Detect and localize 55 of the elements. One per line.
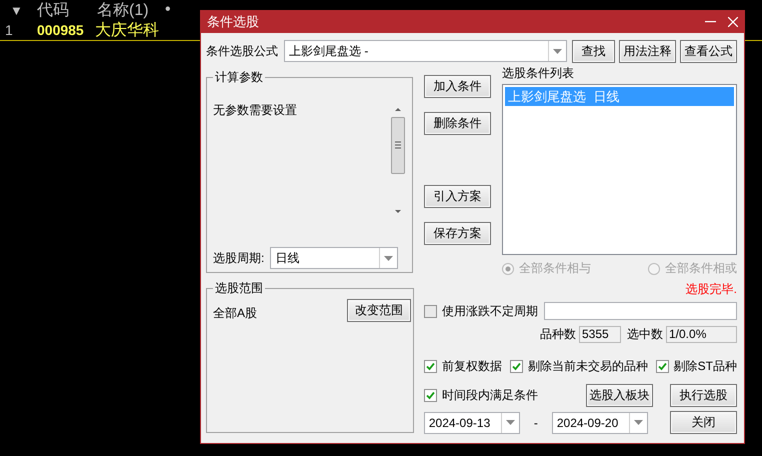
group-title: 计算参数	[214, 69, 264, 86]
period-input-field[interactable]	[544, 302, 737, 320]
checkbox[interactable]	[656, 360, 669, 373]
group-title: 选股范围	[214, 280, 264, 297]
dropdown-caret-icon	[384, 256, 394, 260]
toolbar-button[interactable]: 用法注释	[619, 40, 676, 62]
close-button[interactable]: 关闭	[670, 411, 737, 434]
action-button[interactable]: 加入条件	[424, 75, 492, 98]
checkbox[interactable]	[424, 304, 437, 318]
checkbox-label: 剔除ST品种	[674, 358, 737, 375]
parameters-message: 无参数需要设置	[213, 102, 298, 119]
dropdown-caret-icon	[634, 420, 643, 425]
change-range-button[interactable]: 改变范围	[346, 299, 411, 322]
column-header[interactable]: 名称(1)	[97, 0, 165, 20]
checkbox-label: 使用涨跌不定周期	[442, 302, 538, 320]
start-date-picker[interactable]: 2024-09-13	[424, 412, 520, 434]
action-button[interactable]: 保存方案	[424, 222, 492, 245]
column-header[interactable]: 代码	[37, 0, 97, 20]
action-button[interactable]: 引入方案	[424, 185, 492, 208]
formula-dropdown[interactable]: 上影剑尾盘选 -	[284, 40, 567, 62]
toolbar-button[interactable]: 查看公式	[680, 40, 737, 62]
stat-label: 品种数	[540, 326, 576, 343]
radio-label: 全部条件相与	[519, 260, 592, 277]
checkbox-label: 时间段内满足条件	[442, 387, 538, 404]
action-button[interactable]: 选股入板块	[586, 384, 653, 407]
row-number: 1	[4, 22, 14, 38]
dropdown-caret-icon	[506, 420, 515, 425]
action-button[interactable]: 删除条件	[424, 112, 492, 135]
column-header[interactable]: •	[165, 1, 195, 19]
checkbox-label: 剔除当前未交易的品种	[528, 358, 648, 375]
checkbox[interactable]	[424, 360, 437, 373]
dropdown-caret-icon	[553, 48, 562, 54]
action-button[interactable]: 执行选股	[670, 384, 737, 407]
stat-label: 选中数	[627, 326, 663, 343]
stat-value: 1/0.0%	[666, 326, 737, 343]
date-separator: -	[532, 416, 539, 430]
range-value: 全部A股	[213, 305, 258, 322]
checkbox[interactable]	[510, 360, 523, 373]
stat-value: 5355	[579, 326, 621, 343]
sort-indicator[interactable]: ▼	[0, 2, 37, 18]
minimize-icon[interactable]	[705, 21, 716, 23]
toolbar-button[interactable]: 查找	[572, 40, 615, 62]
checkbox-label: 前复权数据	[442, 358, 502, 375]
stock-name: 大庆华科	[95, 20, 159, 40]
radio-label: 全部条件相或	[665, 260, 737, 277]
status-message: 选股完毕.	[686, 281, 737, 297]
window-title: 条件选股	[207, 13, 260, 31]
stock-code: 000985	[37, 22, 85, 38]
period-dropdown[interactable]: 日线	[270, 247, 398, 269]
checkbox[interactable]	[424, 389, 437, 402]
period-label: 选股周期:	[213, 250, 264, 266]
end-date-picker[interactable]: 2024-09-20	[552, 412, 648, 434]
formula-label: 条件选股公式	[206, 42, 278, 60]
close-icon[interactable]	[728, 17, 738, 27]
condition-list-label: 选股条件列表	[502, 65, 576, 82]
